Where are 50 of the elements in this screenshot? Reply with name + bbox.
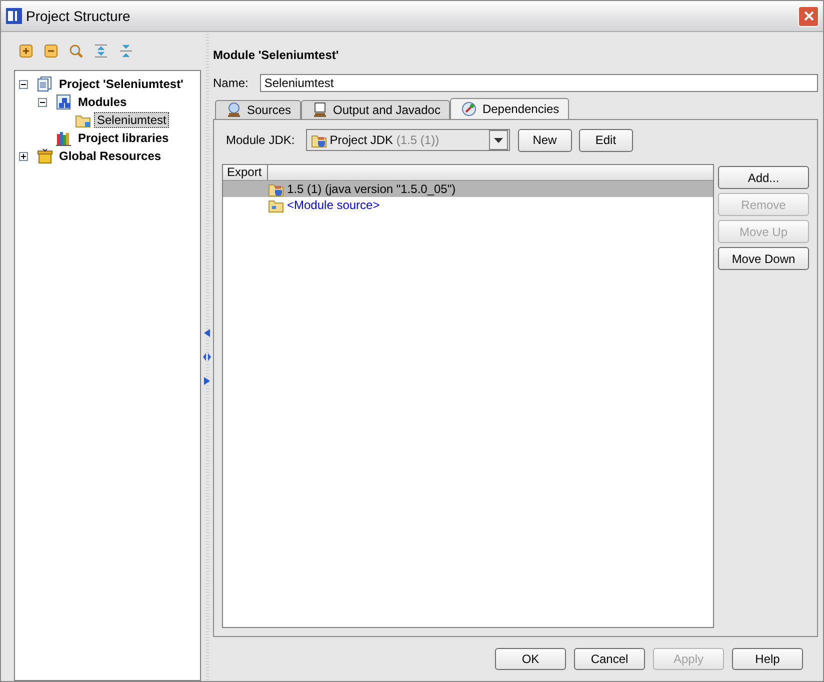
column-header[interactable]: Export [223, 165, 268, 180]
collapse-icon[interactable] [19, 80, 28, 88]
collapse-all-icon [119, 44, 133, 58]
button[interactable]: New [518, 128, 572, 152]
sources-icon [226, 102, 242, 118]
search-icon [69, 44, 83, 58]
modules-icon [56, 94, 72, 110]
module-heading: Module 'Seleniumtest' [213, 47, 340, 64]
close-icon [804, 11, 814, 21]
expand-icon[interactable] [19, 152, 28, 160]
collapse-right-icon [204, 376, 210, 384]
button[interactable]: Add... [718, 166, 809, 189]
tab[interactable]: Output and Javadoc [301, 100, 450, 119]
tree-item[interactable]: Seleniumtest [94, 112, 170, 128]
collapse-left-icon [204, 328, 210, 336]
remove-icon [44, 44, 58, 58]
collapse-icon[interactable] [38, 98, 47, 106]
module-jdk-label: Module JDK: [226, 133, 295, 147]
output-icon [312, 102, 328, 118]
button[interactable]: Move Down [718, 247, 809, 270]
dropdown-arrow-icon [494, 138, 503, 142]
tree-item[interactable]: Global Resources [56, 148, 164, 164]
tab[interactable]: Dependencies [450, 98, 570, 119]
table-row[interactable]: <Module source> [223, 197, 713, 213]
dropdown-value: Project JDK (1.5 (1)) [330, 133, 440, 147]
tree-item[interactable]: Project libraries [75, 130, 172, 146]
books-icon [56, 130, 72, 146]
add-icon [19, 44, 33, 58]
tree-item[interactable]: Project 'Seleniumtest' [56, 76, 186, 92]
name-field[interactable]: Seleniumtest [260, 74, 818, 92]
cell-text: 1.5 (1) (java version "1.5.0_05") [287, 182, 456, 196]
button[interactable]: Cancel [574, 648, 645, 670]
button[interactable]: Help [732, 648, 803, 670]
tab[interactable]: Sources [215, 100, 302, 119]
app-logo-icon [6, 8, 22, 24]
name-label: Name: [213, 76, 248, 90]
split-arrows-icon [203, 352, 211, 360]
document-icon [37, 76, 53, 92]
cell-text: <Module source> [287, 198, 380, 212]
tree-item[interactable]: Modules [75, 94, 130, 110]
table-row[interactable]: 1.5 (1) (java version "1.5.0_05") [223, 181, 713, 197]
box-icon [37, 148, 53, 164]
window-title: Project Structure [26, 8, 132, 24]
expand-all-icon [94, 44, 108, 58]
button[interactable]: OK [495, 648, 566, 670]
close-button[interactable] [798, 6, 819, 26]
button[interactable]: Edit [578, 128, 633, 152]
splitter-handle[interactable] [202, 32, 212, 681]
dependencies-icon [461, 101, 478, 117]
jdk-dropdown[interactable]: Project JDK (1.5 (1)) [306, 129, 510, 151]
